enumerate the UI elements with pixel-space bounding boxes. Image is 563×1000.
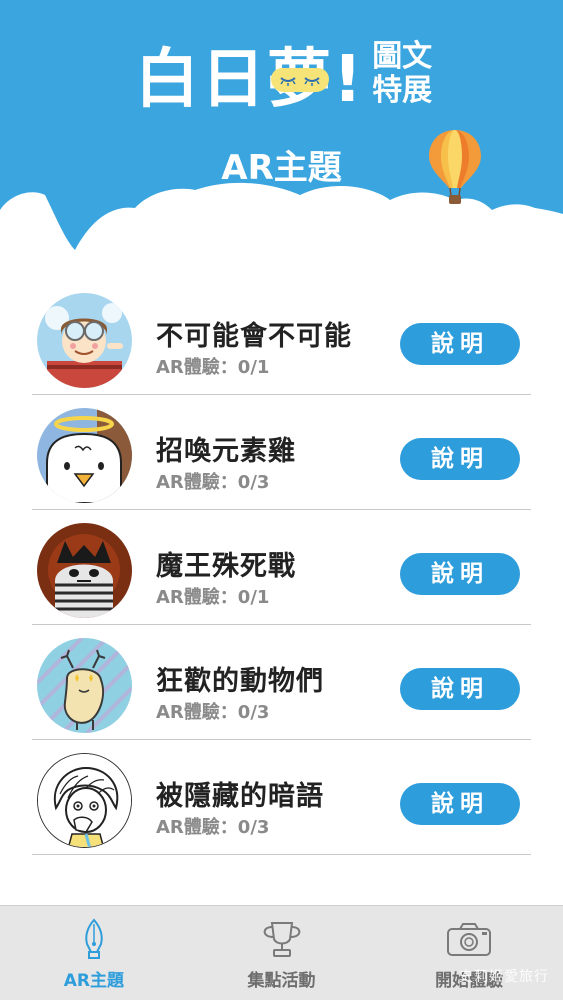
logo-text-baiRi: 白日 [135,43,267,117]
watermark-text: 史莉姬愛旅行 [459,969,549,985]
theme-progress: AR體驗：0/1 [156,587,270,608]
logo-sub-line-2: 特展 [372,73,433,108]
app-header: 白日 夢 ! 圖文 [0,0,563,260]
pilot-character-avatar [37,293,132,388]
theme-title: 魔王殊死戰 [156,551,296,582]
tab-collect-points[interactable]: 集點活動 [188,906,376,1000]
tab-ar-themes[interactable]: AR主題 [0,906,188,1000]
theme-row-hidden-secret[interactable]: 被隱藏的暗語 AR體驗：0/3 說明 [32,740,531,855]
trophy-icon [260,918,304,960]
theme-progress: AR體驗：0/3 [156,702,270,723]
theme-progress: AR體驗：0/3 [156,472,270,493]
explain-button[interactable]: 說明 [400,668,520,710]
girl-sketch-avatar [37,753,132,848]
deer-animal-avatar [37,638,132,733]
theme-title: 招喚元素雞 [156,436,296,467]
logo-text-exclaim: ! [333,43,365,117]
theme-row-impossible[interactable]: 不可能會不可能 AR體驗：0/1 說明 [32,280,531,395]
explain-button[interactable]: 說明 [400,553,520,595]
theme-row-element-chicken[interactable]: 招喚元素雞 AR體驗：0/3 說明 [32,395,531,510]
theme-row-carnival-animals[interactable]: 狂歡的動物們 AR體驗：0/3 說明 [32,625,531,740]
camera-icon [446,918,492,960]
theme-progress: AR體驗：0/3 [156,817,270,838]
pen-nib-icon [79,918,109,960]
theme-list: 不可能會不可能 AR體驗：0/1 說明 招喚元素雞 AR體驗：0/3 說明 魔王… [0,280,563,855]
logo-sub-line-1: 圖文 [372,39,433,74]
explain-button[interactable]: 說明 [400,783,520,825]
theme-row-demon-king[interactable]: 魔王殊死戰 AR體驗：0/1 說明 [32,510,531,625]
demon-king-avatar [37,523,132,618]
tab-label: AR主題 [63,971,124,991]
theme-title: 狂歡的動物們 [156,666,324,697]
theme-progress: AR體驗：0/1 [156,357,270,378]
tab-label: 集點活動 [247,971,316,991]
explain-button[interactable]: 說明 [400,323,520,365]
exhibition-logo: 白日 夢 ! 圖文 [135,22,433,117]
theme-title: 被隱藏的暗語 [156,781,324,812]
theme-title: 不可能會不可能 [156,321,352,352]
explain-button[interactable]: 說明 [400,438,520,480]
angel-chicken-avatar [37,408,132,503]
sleep-mask-icon [271,68,329,92]
hot-air-balloon-icon [429,130,481,204]
